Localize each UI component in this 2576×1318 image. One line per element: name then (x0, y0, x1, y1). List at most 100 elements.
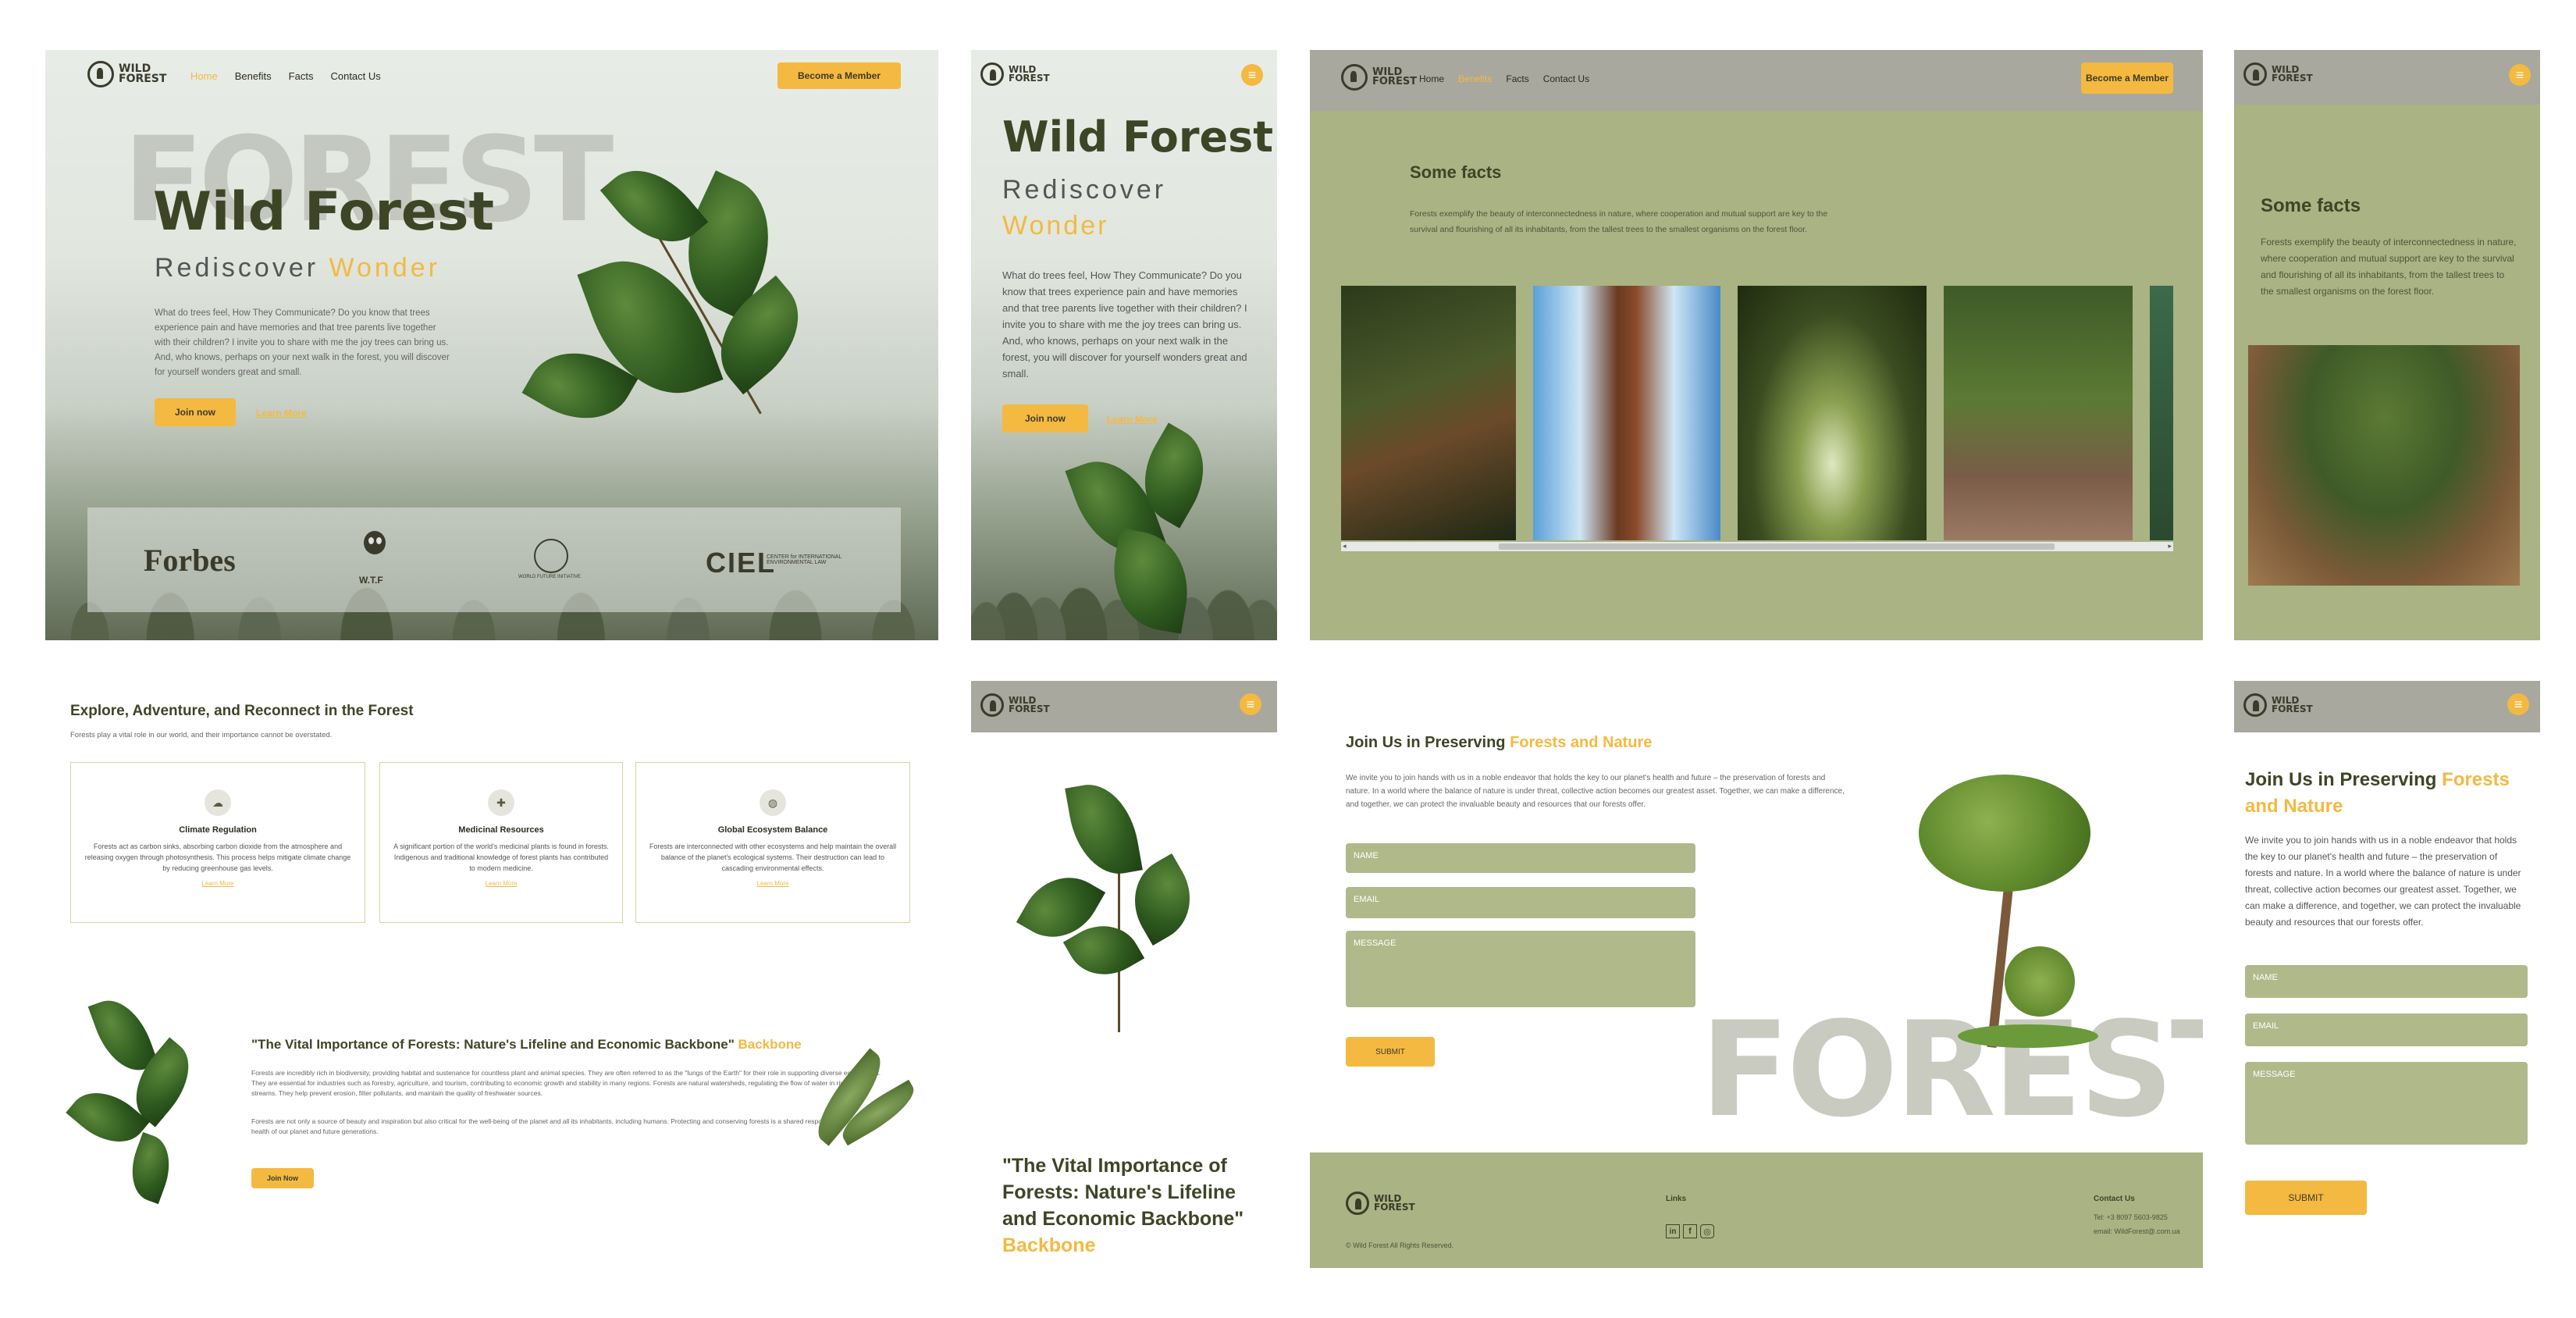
nav-contact[interactable]: Contact Us (330, 70, 380, 82)
logo-line2: FOREST (1372, 76, 1418, 87)
facts-header: WILD FOREST Home Benefits Facts Contact U… (1310, 50, 2203, 111)
vital-leaf-right (787, 1031, 927, 1187)
facts-gallery[interactable] (1341, 286, 2173, 540)
become-member-button[interactable]: Become a Member (777, 62, 901, 89)
nav-home[interactable]: Home (190, 70, 218, 82)
mobile-submit-button[interactable]: SUBMIT (2245, 1181, 2367, 1215)
main-nav: Home Benefits Facts Contact Us (190, 70, 381, 82)
join-title-b: Forests and Nature (1510, 734, 1653, 751)
footer-brand-logo[interactable]: WILD FOREST (1346, 1192, 1415, 1215)
card-learn-more-link[interactable]: Learn More (380, 880, 622, 887)
gallery-scrollbar[interactable]: ◂ ▸ (1341, 542, 2173, 551)
brand-logo[interactable]: WILD FOREST (87, 61, 166, 87)
ciel-label: CENTER for INTERNATIONAL ENVIRONMENTAL L… (767, 554, 842, 565)
desktop-facts-panel: WILD FOREST Home Benefits Facts Contact U… (1310, 50, 2203, 640)
ciel-logo: CIEL (706, 547, 777, 579)
card-learn-more-link[interactable]: Learn More (636, 880, 909, 887)
tree-logo-icon (980, 62, 1004, 86)
facts-body: Forests exemplify the beauty of intercon… (1410, 209, 1828, 234)
name-field[interactable]: NAME (1346, 843, 1695, 873)
mobile-hero-title: Wild Forest (1002, 112, 1274, 162)
learn-more-link[interactable]: Learn More (256, 408, 307, 419)
card-learn-more-link[interactable]: Learn More (71, 880, 365, 887)
nav-benefits[interactable]: Benefits (235, 70, 272, 82)
submit-button[interactable]: SUBMIT (1346, 1037, 1435, 1067)
footer-contact-title: Contact Us (2094, 1195, 2135, 1203)
mobile-vital-line2: Forests: Nature's Lifeline (1002, 1181, 1236, 1203)
logo-line2: FOREST (1009, 73, 1050, 84)
join-now-button[interactable]: Join now (155, 398, 236, 426)
mobile-brand-logo[interactable]: WILD FOREST (2243, 62, 2313, 86)
card-title: Global Ecosystem Balance (717, 825, 828, 835)
instagram-icon[interactable]: ◎ (1700, 1224, 1714, 1238)
forbes-logo: Forbes (144, 543, 236, 578)
brand-logo[interactable]: WILD FOREST (1341, 64, 1417, 91)
mobile-email-field[interactable]: EMAIL (2245, 1013, 2528, 1046)
logo-line2: FOREST (1009, 704, 1050, 714)
scrollbar-thumb[interactable] (1499, 543, 2055, 550)
main-nav: Home Benefits Facts Contact Us (1419, 73, 1589, 84)
tree-logo-icon (1341, 64, 1368, 91)
mobile-brand-logo[interactable]: WILD FOREST (980, 693, 1050, 717)
menu-burger-icon[interactable]: ≡ (1240, 693, 1261, 715)
mobile-vital-header: WILD FOREST ≡ (971, 681, 1277, 732)
mobile-leaf-branch (1049, 422, 1252, 636)
mobile-learn-more-link[interactable]: Learn More (1107, 414, 1158, 425)
mobile-vital-leaf (1016, 777, 1221, 1032)
logo-line2: FOREST (1374, 1202, 1415, 1213)
desktop-join-panel: Join Us in Preserving Forests and Nature… (1310, 681, 2203, 1268)
message-field[interactable]: MESSAGE (1346, 931, 1695, 1007)
nav-benefits[interactable]: Benefits (1458, 73, 1492, 84)
scroll-left-arrow-icon[interactable]: ◂ (1343, 542, 1347, 550)
footer-email[interactable]: email: WildForest@.com.ua (2094, 1227, 2180, 1235)
mobile-brand-logo[interactable]: WILD FOREST (980, 62, 1050, 86)
climate-icon: ☁ (205, 789, 231, 816)
facebook-icon[interactable]: f (1683, 1224, 1697, 1238)
join-title-a: Join Us in Preserving (1346, 734, 1510, 751)
gallery-photo-mossy-trees (1944, 286, 2133, 540)
card-title: Medicinal Resources (458, 825, 544, 835)
medicine-icon: ✚ (488, 789, 514, 816)
vital-title-text: "The Vital Importance of Forests: Nature… (251, 1037, 735, 1052)
card-text: Forests are interconnected with other ec… (649, 842, 897, 872)
nav-home[interactable]: Home (1419, 73, 1444, 84)
mobile-facts-body: Forests exemplify the beauty of intercon… (2261, 237, 2517, 297)
hero-body: What do trees feel, How They Communicate… (155, 308, 450, 377)
partners-strip: Forbes W.T.F WORLD FUTURE INITIATIVE CIE… (87, 508, 901, 612)
hero-leaf-branch (521, 150, 841, 487)
email-field[interactable]: EMAIL (1346, 887, 1695, 918)
gallery-photo-oak-avenue (1738, 286, 1927, 540)
logo-line2: FOREST (119, 73, 167, 85)
logo-line2: FOREST (2272, 704, 2313, 714)
mobile-vital-accent: Backbone (1002, 1234, 1096, 1256)
menu-burger-icon[interactable]: ≡ (1241, 64, 1263, 86)
tree-logo-icon (980, 693, 1004, 717)
mobile-join-now-button[interactable]: Join now (1002, 404, 1088, 433)
hero-title: Wild Forest (153, 181, 495, 243)
nav-facts[interactable]: Facts (289, 70, 314, 82)
footer-tel: Tel: +3 8097 5603-9825 (2094, 1213, 2168, 1221)
mobile-hero-sub-b: Wonder (1002, 211, 1109, 240)
mobile-brand-logo[interactable]: WILD FOREST (2243, 693, 2313, 717)
become-member-button[interactable]: Become a Member (2081, 62, 2173, 94)
vital-join-now-button[interactable]: Join Now (251, 1168, 314, 1188)
mobile-vital-line1: "The Vital Importance of (1002, 1155, 1227, 1177)
menu-burger-icon[interactable]: ≡ (2507, 693, 2529, 715)
menu-burger-icon[interactable]: ≡ (2509, 64, 2531, 86)
facts-title: Some facts (1410, 162, 1502, 182)
tree-logo-icon (1346, 1192, 1369, 1215)
card-global-ecosystem: ◍ Global Ecosystem Balance Forests are i… (635, 762, 910, 923)
nav-contact[interactable]: Contact Us (1543, 73, 1589, 84)
linkedin-icon[interactable]: in (1666, 1224, 1680, 1238)
hero-subtitle-a: Rediscover (155, 253, 319, 283)
mobile-message-field[interactable]: MESSAGE (2245, 1062, 2528, 1145)
join-body: We invite you to join hands with us in a… (1346, 774, 1845, 809)
join-bonsai-tree (1888, 767, 2114, 1048)
world-future-logo (534, 539, 568, 573)
scroll-right-arrow-icon[interactable]: ▸ (2168, 542, 2172, 550)
mobile-join-header: WILD FOREST ≡ (2234, 681, 2540, 732)
join-title-a: Join Us in Preserving (2245, 769, 2443, 790)
vital-title: "The Vital Importance of Forests: Nature… (251, 1037, 860, 1053)
mobile-name-field[interactable]: NAME (2245, 965, 2528, 998)
nav-facts[interactable]: Facts (1506, 73, 1528, 84)
